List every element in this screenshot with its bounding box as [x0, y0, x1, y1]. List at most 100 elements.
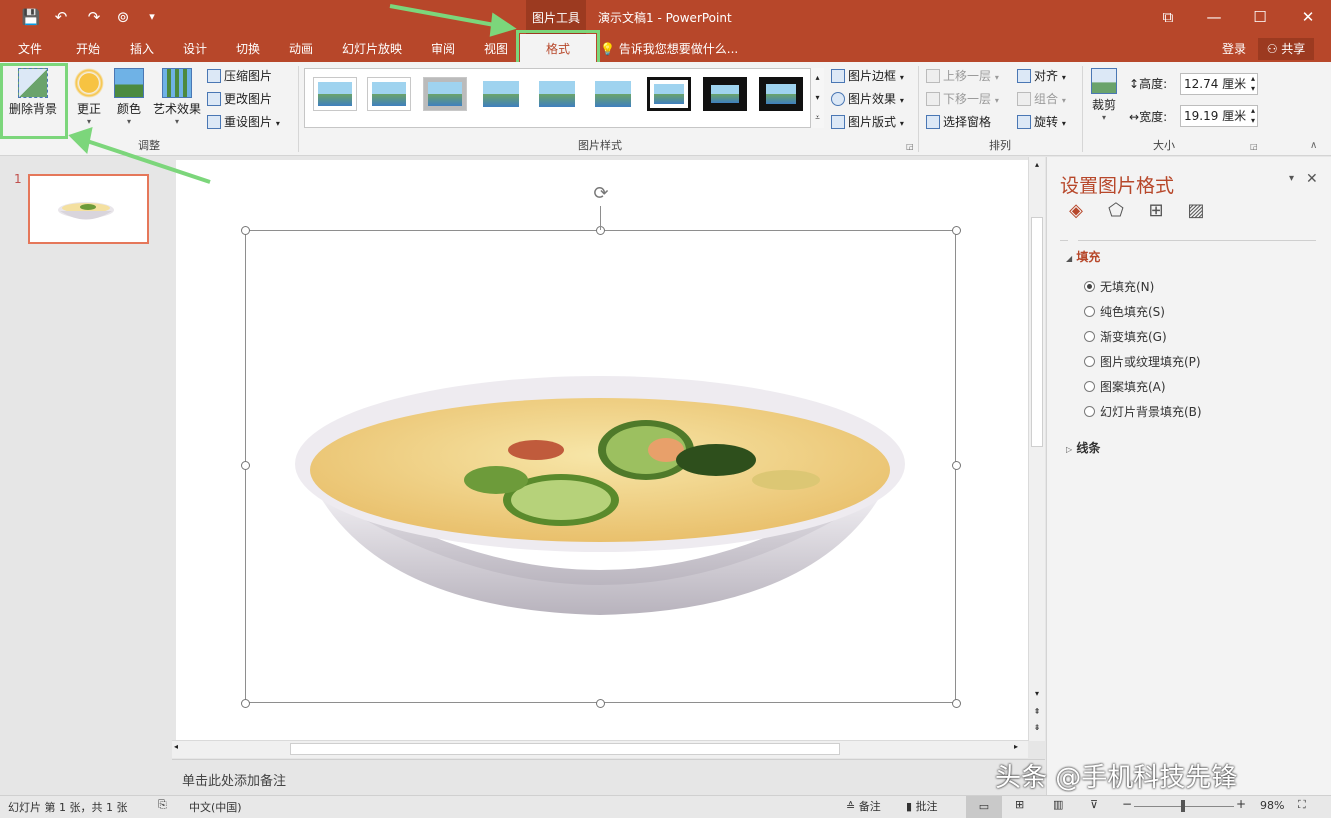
- login-link[interactable]: 登录: [1214, 36, 1254, 62]
- reading-view-icon[interactable]: ▥: [1053, 798, 1063, 811]
- gallery-down-icon[interactable]: ▾: [811, 88, 824, 108]
- send-backward-button[interactable]: 下移一层 ▾: [926, 89, 999, 109]
- crop-button[interactable]: 裁剪 ▾: [1086, 64, 1122, 122]
- vertical-scrollbar[interactable]: ▴ ▾ ⇞ ⇟: [1028, 157, 1045, 741]
- ribbon-display-options-icon[interactable]: ⧉: [1145, 0, 1191, 36]
- width-input[interactable]: 19.19 厘米 ▴ ▾: [1180, 105, 1258, 127]
- fill-section-header[interactable]: ◢ 填充: [1066, 248, 1100, 265]
- language-status[interactable]: 中文(中国): [189, 799, 242, 815]
- notes-toggle[interactable]: ≙ 备注: [846, 798, 881, 814]
- comments-toggle[interactable]: ▮ 批注: [906, 798, 938, 814]
- selection-pane-button[interactable]: 选择窗格: [926, 112, 991, 132]
- share-button[interactable]: ⚇ 共享: [1258, 38, 1314, 60]
- radio-no-fill[interactable]: 无填充(N): [1084, 278, 1304, 296]
- color-button[interactable]: 颜色 ▾: [110, 64, 148, 126]
- vertical-scroll-thumb[interactable]: [1031, 217, 1043, 447]
- maximize-button[interactable]: ☐: [1237, 0, 1283, 36]
- radio-solid-fill[interactable]: 纯色填充(S): [1084, 303, 1304, 321]
- tab-view[interactable]: 视图: [474, 36, 518, 62]
- resize-handle-bottom-left[interactable]: [241, 699, 250, 708]
- resize-handle-bottom-right[interactable]: [952, 699, 961, 708]
- picture-style-9[interactable]: [759, 77, 803, 111]
- rotate-button[interactable]: 旋转 ▾: [1017, 112, 1066, 132]
- resize-handle-top-right[interactable]: [952, 226, 961, 235]
- effects-tab-icon[interactable]: ⬠: [1104, 200, 1128, 224]
- pane-close-icon[interactable]: ✕: [1306, 171, 1318, 187]
- horizontal-scroll-thumb[interactable]: [290, 743, 840, 755]
- pane-options-icon[interactable]: ▾: [1289, 173, 1294, 184]
- horizontal-scrollbar[interactable]: ◂ ▸: [172, 740, 1028, 758]
- normal-view-icon[interactable]: ▭: [966, 796, 1002, 818]
- picture-style-8[interactable]: [703, 77, 747, 111]
- zoom-out-icon[interactable]: −: [1122, 797, 1132, 811]
- redo-icon[interactable]: ↷: [83, 6, 105, 28]
- change-picture-button[interactable]: 更改图片: [207, 89, 272, 109]
- tab-home[interactable]: 开始: [66, 36, 110, 62]
- undo-icon[interactable]: ↶: [50, 6, 72, 28]
- zoom-in-icon[interactable]: +: [1236, 797, 1246, 811]
- gallery-up-icon[interactable]: ▴: [811, 68, 824, 88]
- zoom-slider-thumb[interactable]: [1181, 800, 1185, 812]
- customize-qat-icon[interactable]: ▾: [141, 6, 163, 28]
- resize-handle-left[interactable]: [241, 461, 250, 470]
- notes-pane[interactable]: 单击此处添加备注: [172, 759, 1045, 795]
- tab-file[interactable]: 文件: [8, 36, 52, 62]
- spellcheck-icon[interactable]: ⎘: [158, 798, 167, 812]
- picture-style-5[interactable]: [535, 77, 579, 111]
- resize-handle-top-left[interactable]: [241, 226, 250, 235]
- tell-me-box[interactable]: 💡 告诉我您想要做什么...: [600, 36, 738, 62]
- tab-slideshow[interactable]: 幻灯片放映: [334, 36, 410, 62]
- picture-style-3[interactable]: [423, 77, 467, 111]
- minimize-button[interactable]: —: [1191, 0, 1237, 36]
- scroll-down-icon[interactable]: ▾: [1029, 689, 1045, 698]
- scroll-right-icon[interactable]: ▸: [1014, 742, 1018, 751]
- picture-selection-frame[interactable]: [245, 230, 956, 703]
- height-input[interactable]: 12.74 厘米 ▴ ▾: [1180, 73, 1258, 95]
- gallery-more-icon[interactable]: ⩡: [811, 108, 824, 128]
- compress-pictures-button[interactable]: 压缩图片: [207, 66, 272, 86]
- picture-tab-icon[interactable]: ▨: [1184, 200, 1208, 224]
- tab-transitions[interactable]: 切换: [226, 36, 270, 62]
- resize-handle-bottom[interactable]: [596, 699, 605, 708]
- slideshow-view-icon[interactable]: ⊽: [1090, 798, 1098, 811]
- fit-to-window-icon[interactable]: ⛶: [1298, 798, 1306, 812]
- picture-styles-gallery[interactable]: [304, 68, 824, 128]
- tab-design[interactable]: 设计: [173, 36, 217, 62]
- picture-style-6[interactable]: [591, 77, 635, 111]
- line-section-header[interactable]: ▷ 线条: [1066, 439, 1100, 456]
- picture-border-button[interactable]: 图片边框 ▾: [831, 66, 904, 86]
- size-properties-tab-icon[interactable]: ⊞: [1144, 200, 1168, 224]
- resize-handle-right[interactable]: [952, 461, 961, 470]
- picture-style-2[interactable]: [367, 77, 411, 111]
- align-button[interactable]: 对齐 ▾: [1017, 66, 1066, 86]
- slide-sorter-icon[interactable]: ⊞: [1015, 798, 1024, 811]
- picture-style-1[interactable]: [313, 77, 357, 111]
- tab-review[interactable]: 审阅: [421, 36, 465, 62]
- dialog-launcher-icon[interactable]: ◲: [906, 142, 914, 151]
- corrections-button[interactable]: 更正 ▾: [70, 64, 108, 126]
- size-dialog-launcher-icon[interactable]: ◲: [1250, 142, 1258, 151]
- picture-effects-button[interactable]: 图片效果 ▾: [831, 89, 904, 109]
- close-button[interactable]: ✕: [1285, 0, 1331, 36]
- artistic-effects-button[interactable]: 艺术效果 ▾: [150, 64, 204, 126]
- picture-layout-button[interactable]: 图片版式 ▾: [831, 112, 904, 132]
- start-presentation-icon[interactable]: ⊚: [112, 6, 134, 28]
- previous-slide-icon[interactable]: ⇞: [1029, 707, 1045, 716]
- width-spinner-icon[interactable]: ▴ ▾: [1251, 106, 1255, 126]
- radio-gradient-fill[interactable]: 渐变填充(G): [1084, 328, 1304, 346]
- reset-picture-button[interactable]: 重设图片 ▾: [207, 112, 280, 132]
- radio-picture-texture-fill[interactable]: 图片或纹理填充(P): [1084, 353, 1304, 371]
- slide-thumbnail-1[interactable]: [28, 174, 149, 244]
- bring-forward-button[interactable]: 上移一层 ▾: [926, 66, 999, 86]
- fill-line-tab-icon[interactable]: ◈: [1064, 200, 1088, 224]
- collapse-ribbon-icon[interactable]: ∧: [1310, 140, 1317, 151]
- tab-insert[interactable]: 插入: [120, 36, 164, 62]
- group-button[interactable]: 组合 ▾: [1017, 89, 1066, 109]
- tab-animations[interactable]: 动画: [279, 36, 323, 62]
- picture-style-7[interactable]: [647, 77, 691, 111]
- picture-style-4[interactable]: [479, 77, 523, 111]
- radio-slide-background-fill[interactable]: 幻灯片背景填充(B): [1084, 403, 1304, 421]
- zoom-level[interactable]: 98%: [1260, 799, 1284, 812]
- gallery-scroll[interactable]: ▴ ▾ ⩡: [810, 68, 824, 128]
- rotate-handle-icon[interactable]: ⟳: [590, 183, 612, 205]
